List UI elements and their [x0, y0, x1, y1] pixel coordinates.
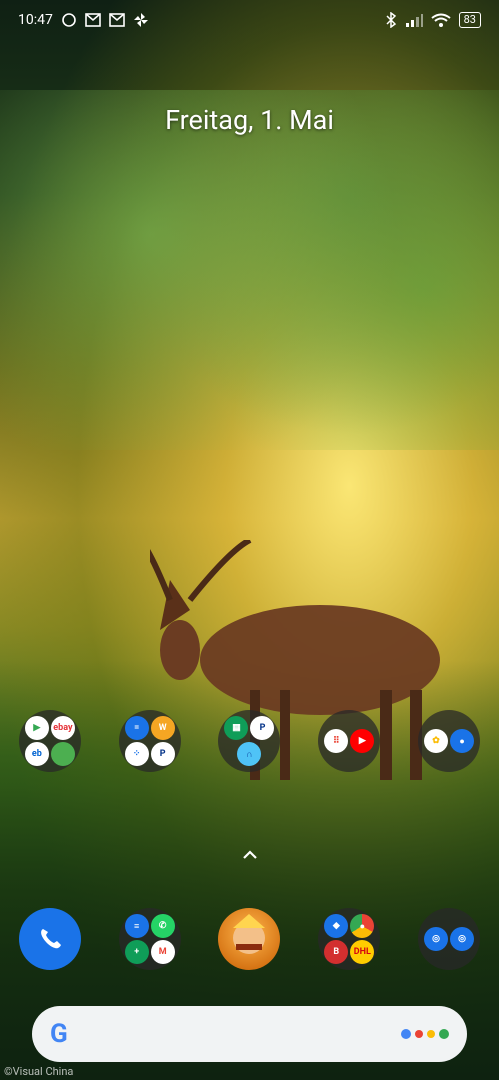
- assistant-dot: [427, 1030, 435, 1038]
- browser-folder[interactable]: ◆ ● B DHL: [318, 908, 381, 970]
- notes-icon: ∩: [237, 742, 262, 766]
- whatsapp-icon: ✆: [150, 914, 175, 938]
- battery-indicator: 83: [458, 12, 481, 28]
- dots-icon: ⁘: [124, 742, 149, 766]
- clock: 10:47: [18, 12, 53, 28]
- camera-folder[interactable]: ◎ ◎: [418, 908, 481, 970]
- game-icon: [233, 914, 266, 954]
- bild-icon: B: [324, 940, 349, 964]
- profile-icon: ●: [450, 729, 475, 753]
- weather-icon: W: [150, 716, 175, 740]
- calculator-icon: =: [124, 716, 149, 740]
- gmail-icon: [85, 13, 101, 27]
- plus-icon: +: [124, 940, 149, 964]
- gmail-icon: M: [150, 940, 175, 964]
- assistant-dot: [401, 1029, 411, 1039]
- folder-5[interactable]: ✿ ●: [418, 710, 481, 772]
- folder-2[interactable]: = W ⁘ P: [118, 710, 181, 772]
- messaging-folder[interactable]: ≡ ✆ + M: [118, 908, 181, 970]
- photos-icon: ✿: [424, 729, 449, 753]
- assistant-dot: [439, 1029, 449, 1039]
- camera-icon: ◎: [450, 927, 475, 951]
- youtube-icon: ▶: [350, 729, 375, 753]
- camera-icon: ◎: [424, 927, 449, 951]
- dialpad-icon: ⠿: [324, 729, 349, 753]
- app-drawer-arrow[interactable]: [235, 840, 265, 870]
- assistant-icon[interactable]: [401, 1029, 449, 1039]
- ebay-kleinanzeigen-icon: eb: [24, 742, 49, 766]
- wallpaper-canopy: [0, 90, 499, 450]
- folder-1[interactable]: ▶ ebay eb: [18, 710, 81, 772]
- signal-icon: [405, 13, 423, 27]
- wallpaper-credit: ©Visual China: [4, 1065, 74, 1078]
- maps-icon: ◆: [324, 914, 349, 938]
- assistant-dot: [415, 1030, 423, 1038]
- date-widget[interactable]: Freitag, 1. Mai: [0, 104, 499, 136]
- dock: ≡ ✆ + M ◆ ● B DHL ◎ ◎: [0, 908, 499, 970]
- sheets-icon: ▦: [224, 716, 249, 740]
- gmail-icon: [109, 13, 125, 27]
- google-g-logo: G: [50, 1019, 68, 1049]
- pinwheel-icon: [133, 12, 149, 28]
- whatsapp-icon: [61, 12, 77, 28]
- app-row: ▶ ebay eb = W ⁘ P ▦ P ∩ ⠿ ▶ ✿ ●: [0, 710, 499, 772]
- chrome-icon: ●: [350, 914, 375, 938]
- app-icon: [50, 742, 75, 766]
- messages-icon: ≡: [124, 914, 149, 938]
- bluetooth-icon: [385, 12, 397, 28]
- play-store-icon: ▶: [24, 716, 49, 740]
- dhl-icon: DHL: [350, 940, 375, 964]
- folder-3[interactable]: ▦ P ∩: [218, 710, 281, 772]
- clash-of-clans-app[interactable]: [218, 908, 281, 970]
- phone-app[interactable]: [18, 908, 81, 970]
- google-search-bar[interactable]: G: [32, 1006, 467, 1062]
- wifi-icon: [431, 13, 451, 27]
- status-bar: 10:47 83: [0, 0, 499, 40]
- folder-4[interactable]: ⠿ ▶: [318, 710, 381, 772]
- ebay-icon: ebay: [50, 716, 75, 740]
- paypal-icon: P: [150, 742, 175, 766]
- phone-icon: [40, 929, 61, 949]
- paypal-icon: P: [250, 716, 275, 740]
